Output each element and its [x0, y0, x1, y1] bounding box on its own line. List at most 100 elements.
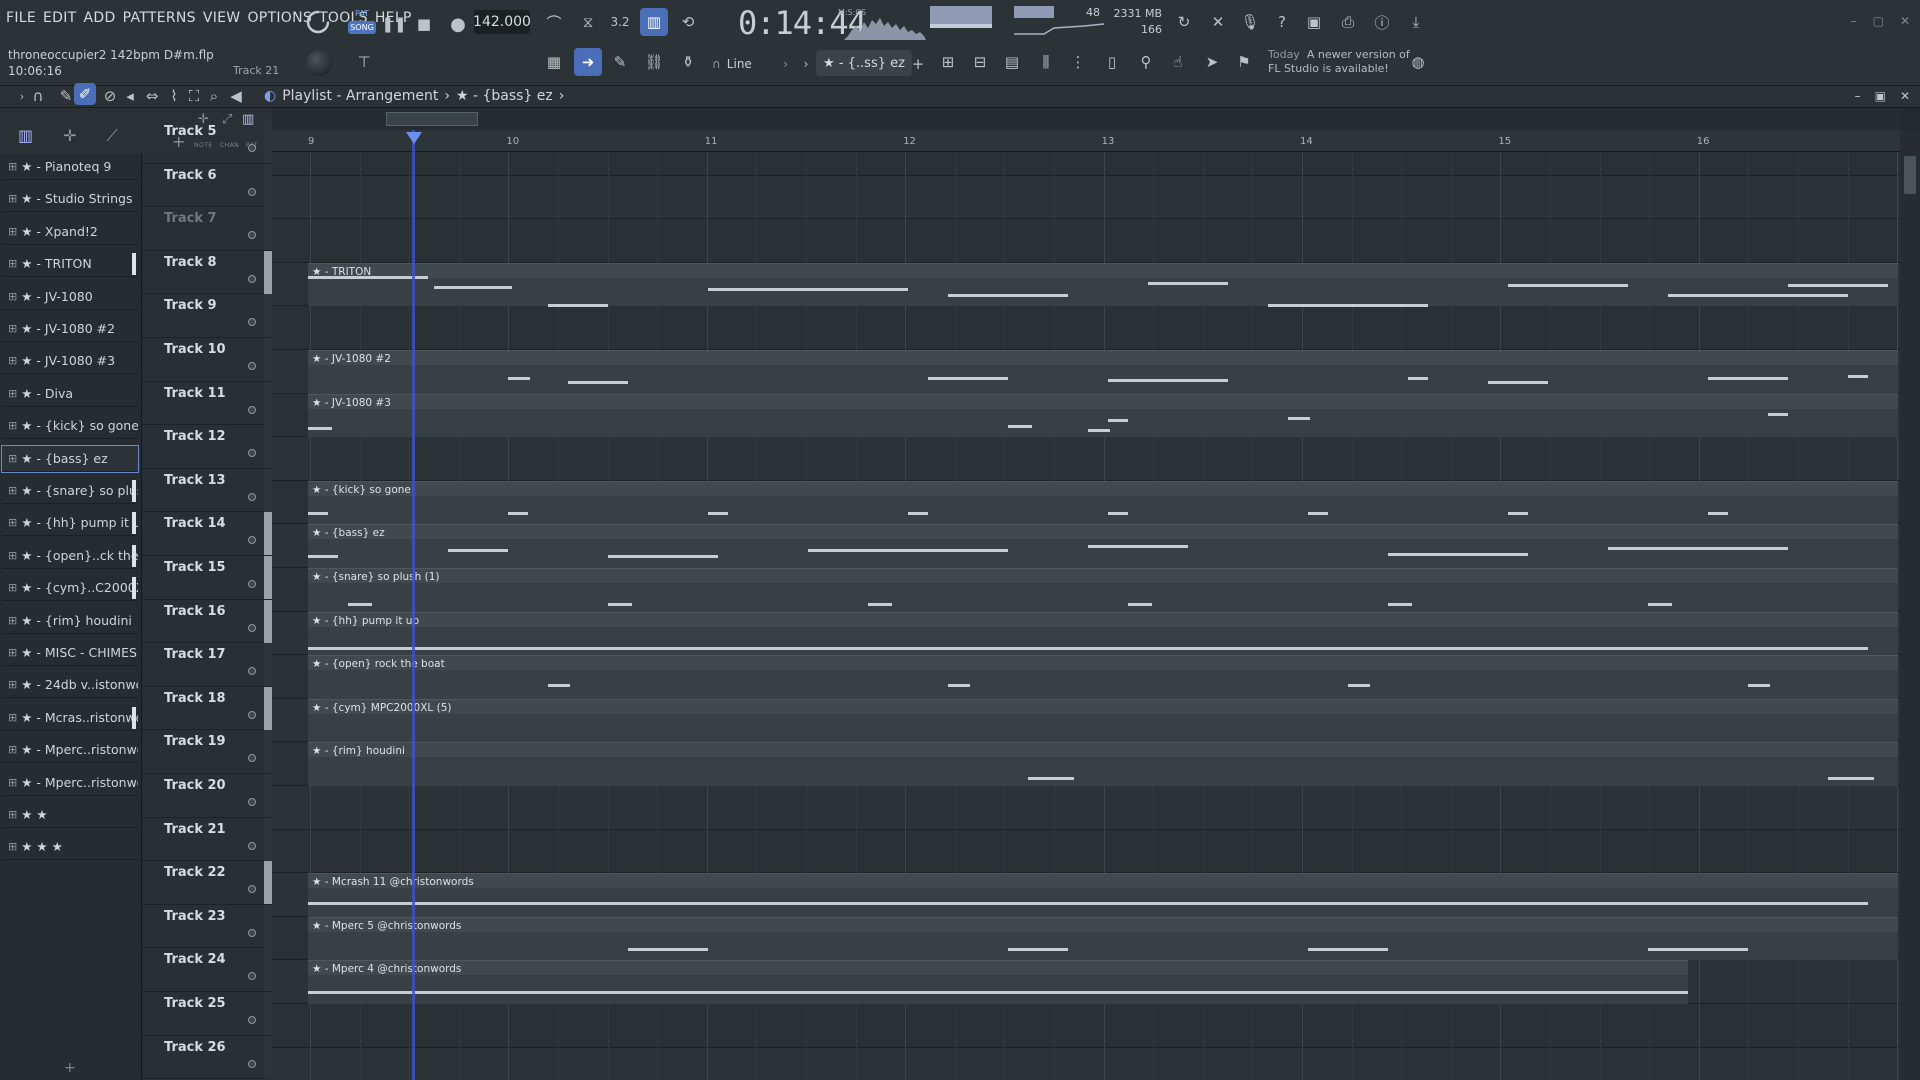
- recording-indicator-icon[interactable]: [304, 8, 332, 36]
- info-icon[interactable]: ⓘ: [1368, 8, 1396, 36]
- paint-tool-icon[interactable]: ✐: [74, 83, 96, 105]
- track-header[interactable]: Track 13: [142, 468, 272, 513]
- track-name[interactable]: Track 23: [164, 909, 226, 924]
- track-header[interactable]: Track 7: [142, 207, 272, 251]
- track-mute-led[interactable]: [248, 928, 256, 937]
- channel-rack-icon[interactable]: ⊟: [966, 48, 994, 76]
- picker-item[interactable]: ⊞★ - Mperc..ristonwords: [2, 737, 138, 764]
- track-lane[interactable]: [272, 437, 1900, 481]
- picker-item[interactable]: ⊞ ★ - JV-1080: [2, 284, 138, 310]
- track-lane[interactable]: [272, 786, 1900, 830]
- track-mute-led[interactable]: [248, 187, 256, 196]
- plugin-db-icon[interactable]: ▯: [1098, 48, 1126, 76]
- playhead-marker-icon[interactable]: [406, 132, 422, 144]
- track-grip[interactable]: [264, 686, 272, 730]
- clip-header[interactable]: [308, 263, 1898, 278]
- download-icon[interactable]: ⤓: [1402, 8, 1430, 36]
- track-header[interactable]: Track 20: [142, 774, 272, 818]
- clip-header[interactable]: [308, 351, 1898, 365]
- metronome-icon[interactable]: ⌒: [540, 8, 568, 36]
- picker-item[interactable]: ⊞★ - {snare} so plush (1): [2, 478, 138, 504]
- track-mute-led[interactable]: [248, 972, 256, 981]
- track-lane[interactable]: [272, 830, 1900, 874]
- playlist-close-icon[interactable]: ✕: [1900, 89, 1910, 103]
- track-header[interactable]: Track 25: [142, 992, 272, 1036]
- track-grip[interactable]: [264, 163, 272, 207]
- picker-add-icon[interactable]: +: [64, 1060, 76, 1076]
- track-mute-led[interactable]: [248, 580, 256, 588]
- track-grip[interactable]: [264, 599, 272, 643]
- track-mute-led[interactable]: [248, 1016, 256, 1024]
- countdown-icon[interactable]: 3.2: [606, 8, 634, 36]
- track-grip[interactable]: [264, 294, 272, 338]
- picker-item[interactable]: ⊞ ★ - JV-1080 #2: [2, 316, 138, 342]
- clip-header[interactable]: [308, 394, 1898, 409]
- track-grip[interactable]: [264, 512, 272, 556]
- track-mute-led[interactable]: [248, 362, 256, 370]
- pattern-clip[interactable]: ★ - JV-1080 #2: [308, 350, 1898, 394]
- track-header[interactable]: Track 18: [142, 686, 272, 731]
- track-header[interactable]: Track 15: [142, 556, 272, 600]
- step-edit-icon[interactable]: ▥: [640, 8, 668, 36]
- playhead[interactable]: [412, 130, 415, 1080]
- picker-item[interactable]: ⊞★ - Mperc..ristonwords: [2, 770, 138, 796]
- piano-roll-icon[interactable]: ▦: [540, 48, 568, 76]
- add-pattern-icon[interactable]: +: [904, 50, 932, 78]
- playlist-icon[interactable]: ➜: [574, 48, 602, 76]
- track-mute-led[interactable]: [248, 231, 256, 240]
- horizontal-overview[interactable]: [272, 108, 1900, 130]
- close-icon[interactable]: ✕: [1900, 14, 1910, 28]
- timeline-ruler[interactable]: 9 10 11 12 13 14 15 16: [272, 130, 1900, 152]
- picker-item[interactable]: ⊞ ★ - {kick} so gone: [2, 413, 138, 440]
- minimize-icon[interactable]: –: [1851, 14, 1857, 28]
- vertical-scrollbar[interactable]: [1900, 130, 1920, 1080]
- track-name[interactable]: Track 6: [164, 168, 217, 183]
- track-lane[interactable]: [272, 219, 1900, 263]
- menu-edit[interactable]: EDIT: [43, 10, 77, 26]
- picker-item[interactable]: ⊞★ - MISC - CHIMES 1.0: [2, 640, 138, 666]
- menu-file[interactable]: FILE: [6, 10, 36, 26]
- track-lane[interactable]: [272, 175, 1900, 220]
- picker-item[interactable]: ⊞★ - {cym}..C2000XL (5): [2, 575, 138, 602]
- tempo-display[interactable]: 142.000: [473, 10, 531, 34]
- playlist-maximize-icon[interactable]: ▣: [1875, 89, 1886, 103]
- plugin-picker-icon[interactable]: ➤: [1198, 48, 1226, 76]
- track-mute-led[interactable]: [248, 274, 256, 283]
- track-grip[interactable]: [264, 250, 272, 294]
- track-header[interactable]: Track 10: [142, 338, 272, 382]
- track-header[interactable]: Track 11: [142, 381, 272, 426]
- track-header[interactable]: Track 21: [142, 817, 272, 862]
- pattern-clip[interactable]: ★ - TRITON: [308, 262, 1898, 307]
- pattern-clip[interactable]: ★ - {kick} so gone: [308, 480, 1898, 525]
- track-name[interactable]: Track 10: [164, 342, 226, 357]
- track-mute-led[interactable]: [248, 841, 256, 850]
- microphone-icon[interactable]: 🎙: [1236, 8, 1264, 36]
- pattern-song-toggle[interactable]: PAT SONG: [347, 8, 377, 38]
- clip-header[interactable]: [308, 874, 1898, 889]
- picker-item[interactable]: ⊞ ★ - Pianoteq 9: [2, 154, 138, 180]
- track-name[interactable]: Track 17: [164, 647, 226, 662]
- pattern-clip[interactable]: ★ - {hh} pump it up: [308, 611, 1898, 656]
- track-name[interactable]: Track 18: [164, 691, 226, 706]
- track-header[interactable]: Track 22: [142, 861, 272, 905]
- track-grip[interactable]: [264, 381, 272, 425]
- picker-item[interactable]: ⊞★ - 24db v..istonwords: [2, 672, 138, 699]
- clip-header[interactable]: [308, 699, 1898, 714]
- track-mute-led[interactable]: [248, 405, 256, 414]
- track-grip[interactable]: [264, 338, 272, 381]
- picker-item[interactable]: ⊞ ★ - {hh} pump it up: [2, 510, 138, 537]
- track-grip[interactable]: [264, 774, 272, 817]
- track-name[interactable]: Track 11: [164, 386, 226, 401]
- track-grip[interactable]: [264, 468, 272, 512]
- picker-item[interactable]: ⊞★ - {open}..ck the boat: [2, 543, 138, 569]
- maximize-icon[interactable]: ▢: [1873, 14, 1884, 28]
- mixer-view-icon[interactable]: ⫼: [1032, 48, 1060, 76]
- menu-add[interactable]: ADD: [84, 10, 116, 26]
- track-name[interactable]: Track 21: [164, 822, 226, 837]
- track-name[interactable]: Track 26: [164, 1040, 226, 1055]
- track-header[interactable]: Track 5: [142, 120, 272, 164]
- stamp-icon[interactable]: ⚱: [674, 48, 702, 76]
- track-mute-led[interactable]: [248, 144, 256, 152]
- cart-icon[interactable]: ⚑: [1230, 48, 1258, 76]
- draw-tool-icon[interactable]: ✎: [606, 48, 634, 76]
